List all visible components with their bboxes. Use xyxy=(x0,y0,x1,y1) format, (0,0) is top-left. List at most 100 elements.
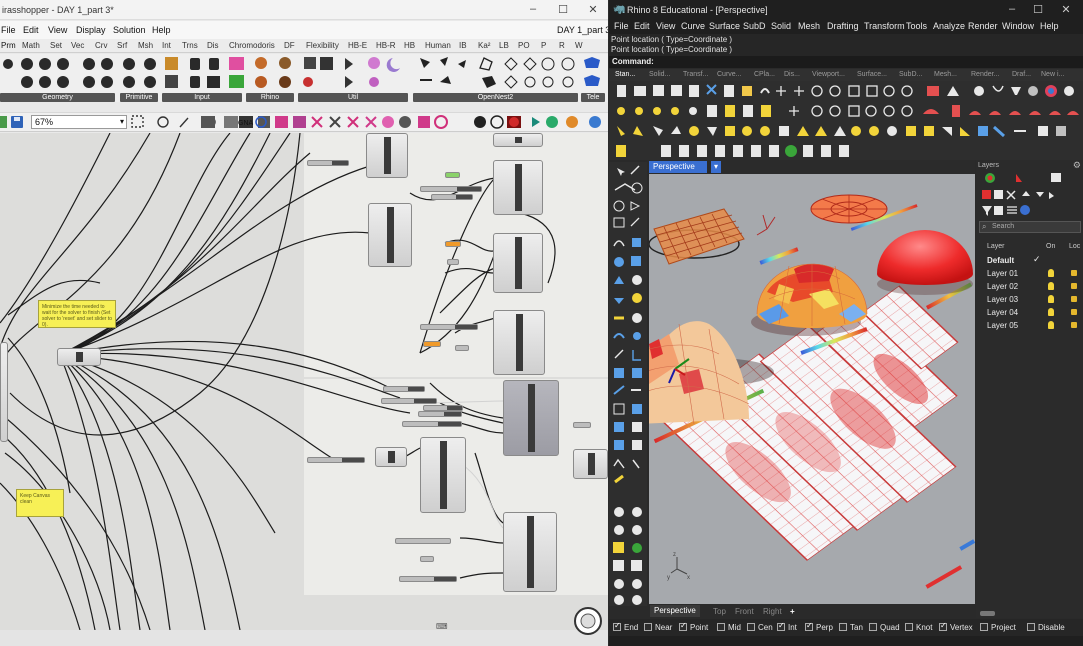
checkbox[interactable] xyxy=(777,621,785,631)
group-opennest2[interactable]: OpenNest2 xyxy=(413,93,578,102)
rhino-toolbar-icons[interactable] xyxy=(609,81,1083,161)
toolbar-tab-viewport[interactable]: Viewport... xyxy=(812,71,845,78)
checkbox[interactable] xyxy=(839,623,847,631)
gh-param[interactable] xyxy=(381,398,437,404)
gh-component[interactable] xyxy=(573,449,608,479)
tab-flexibility[interactable]: Flexibility xyxy=(306,41,339,50)
gh-param[interactable] xyxy=(455,345,469,351)
gh-ribbon-icons[interactable] xyxy=(0,54,608,94)
lock-icon[interactable] xyxy=(1071,296,1077,302)
gh-param[interactable] xyxy=(418,411,462,417)
tab-r[interactable]: R xyxy=(559,41,565,50)
toolbar-tab-subd[interactable]: SubD... xyxy=(899,71,922,78)
rh-menu-file[interactable]: File xyxy=(614,21,629,31)
group-input[interactable]: Input xyxy=(162,93,242,102)
viewport-tab-perspective[interactable]: Perspective xyxy=(650,605,700,617)
gh-file-icons[interactable] xyxy=(0,113,30,131)
gh-component[interactable] xyxy=(420,437,466,513)
layer-row[interactable]: Layer 01 xyxy=(978,267,1082,280)
perspective-viewport[interactable]: z x y xyxy=(649,174,975,604)
lock-icon[interactable] xyxy=(1071,309,1077,315)
rh-menu-drafting[interactable]: Drafting xyxy=(827,21,859,31)
toolbar-tab-solid[interactable]: Solid... xyxy=(649,71,670,78)
checkbox[interactable] xyxy=(805,621,813,631)
gh-param[interactable] xyxy=(420,324,478,330)
gh-menu-help[interactable]: Help xyxy=(152,25,171,35)
checkbox[interactable] xyxy=(939,621,947,631)
group-util[interactable]: Util xyxy=(298,93,408,102)
layers-tool-icons[interactable] xyxy=(976,172,1083,218)
lock-icon[interactable] xyxy=(1071,322,1077,328)
rhino-sidebar-tool-icons[interactable] xyxy=(609,162,647,606)
gh-component[interactable] xyxy=(493,133,543,147)
gh-param[interactable] xyxy=(307,457,365,463)
maximize-icon[interactable]: ☐ xyxy=(1025,3,1051,16)
osnap-end[interactable]: End xyxy=(613,621,638,632)
rh-menu-window[interactable]: Window xyxy=(1002,21,1034,31)
viewport-tab-top[interactable]: Top xyxy=(713,607,726,616)
rh-menu-mesh[interactable]: Mesh xyxy=(798,21,820,31)
layer-row[interactable]: Layer 04 xyxy=(978,306,1082,319)
add-viewport-icon[interactable]: + xyxy=(790,607,795,616)
checkbox[interactable] xyxy=(905,623,913,631)
gh-param[interactable] xyxy=(395,538,451,544)
gh-param[interactable] xyxy=(573,422,591,428)
command-prompt[interactable]: Command: xyxy=(609,56,1083,68)
rh-menu-surface[interactable]: Surface xyxy=(709,21,740,31)
layer-row[interactable]: Layer 05 xyxy=(978,319,1082,332)
checkbox[interactable] xyxy=(613,621,621,631)
gh-param[interactable] xyxy=(307,160,349,166)
checkbox[interactable] xyxy=(679,621,687,631)
checkbox[interactable] xyxy=(1027,623,1035,631)
toolbar-tab-surface[interactable]: Surface... xyxy=(857,71,887,78)
zoom-dropdown[interactable]: 67% ▾ xyxy=(31,115,127,129)
gh-param[interactable] xyxy=(445,241,461,247)
layer-search-input[interactable]: ⌕ Search xyxy=(979,221,1081,233)
gh-param[interactable] xyxy=(402,421,462,427)
close-icon[interactable]: ✕ xyxy=(1053,3,1079,16)
rh-menu-view[interactable]: View xyxy=(656,21,675,31)
rh-menu-edit[interactable]: Edit xyxy=(634,21,650,31)
tab-dis[interactable]: Dis xyxy=(207,41,219,50)
tab-hb[interactable]: HB xyxy=(404,41,415,50)
osnap-perp[interactable]: Perp xyxy=(805,621,833,632)
gear-icon[interactable]: ⚙ xyxy=(1073,160,1081,171)
viewport-tab-front[interactable]: Front xyxy=(735,607,754,616)
tab-hb-e[interactable]: HB-E xyxy=(348,41,367,50)
osnap-vertex[interactable]: Vertex xyxy=(939,621,973,632)
tab-lb[interactable]: LB xyxy=(499,41,509,50)
gh-canvas-compass-icon[interactable] xyxy=(572,606,606,636)
checkbox[interactable] xyxy=(980,623,988,631)
tab-human[interactable]: Human xyxy=(425,41,451,50)
lock-icon[interactable] xyxy=(1071,270,1077,276)
layer-row-default[interactable]: Default ✓ xyxy=(978,254,1082,267)
tab-po[interactable]: PO xyxy=(518,41,530,50)
toolbar-tab-standard[interactable]: Stan... xyxy=(615,71,635,78)
gh-component[interactable] xyxy=(493,160,543,215)
lightbulb-icon[interactable] xyxy=(1048,295,1054,303)
on-column-header[interactable]: On xyxy=(1046,243,1055,250)
toolbar-tab-drafting[interactable]: Draf... xyxy=(1012,71,1031,78)
gh-component[interactable] xyxy=(493,310,545,375)
canvas-note[interactable]: Keep Canvas clean xyxy=(16,489,64,517)
tab-trns[interactable]: Trns xyxy=(182,41,198,50)
tab-p[interactable]: P xyxy=(541,41,546,50)
layer-column-header[interactable]: Layer xyxy=(987,243,1005,250)
gh-component[interactable] xyxy=(57,348,101,366)
tab-hb-r[interactable]: HB-R xyxy=(376,41,396,50)
gh-param[interactable] xyxy=(399,576,457,582)
osnap-point[interactable]: Point xyxy=(679,621,708,632)
osnap-disable[interactable]: Disable xyxy=(1027,623,1065,632)
gh-component[interactable] xyxy=(503,512,557,592)
rh-menu-subd[interactable]: SubD xyxy=(743,21,766,31)
checkbox[interactable] xyxy=(747,623,755,631)
checkbox[interactable] xyxy=(644,623,652,631)
rh-menu-tools[interactable]: Tools xyxy=(906,21,927,31)
gh-canvas-tool-icons[interactable]: GNA xyxy=(130,113,608,131)
tab-ka2[interactable]: Ka² xyxy=(478,41,490,50)
osnap-mid[interactable]: Mid xyxy=(717,623,741,632)
tab-vec[interactable]: Vec xyxy=(71,41,84,50)
rh-menu-transform[interactable]: Transform xyxy=(864,21,905,31)
lightbulb-icon[interactable] xyxy=(1048,269,1054,277)
gh-menu-view[interactable]: View xyxy=(48,25,67,35)
